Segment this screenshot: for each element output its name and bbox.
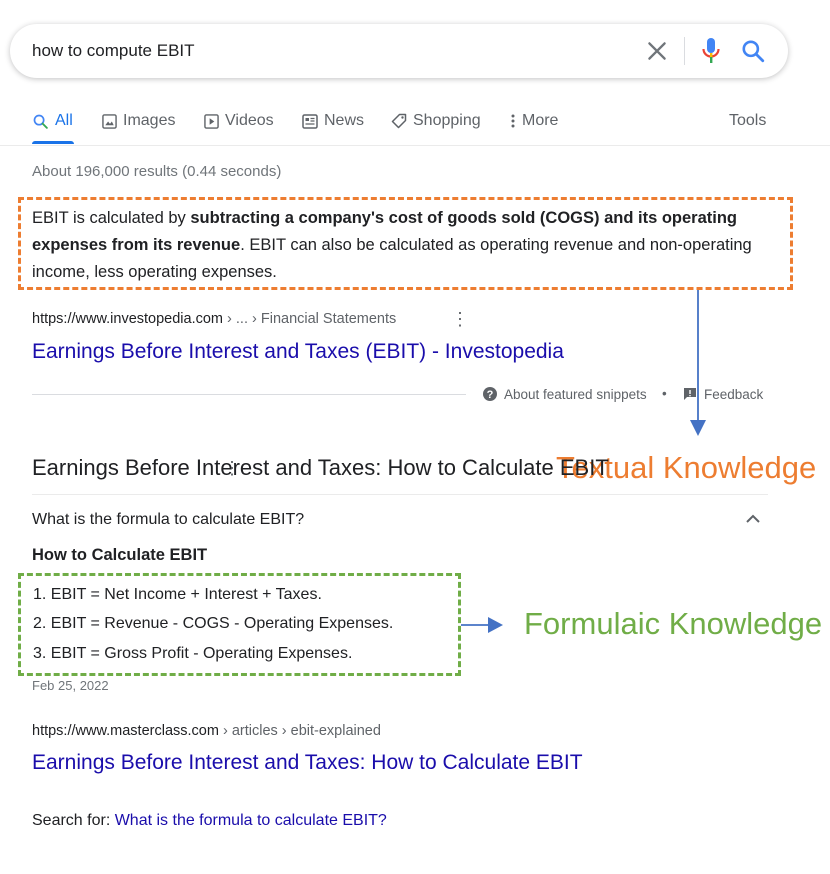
result-title-masterclass[interactable]: Earnings Before Interest and Taxes: How … xyxy=(32,751,583,775)
textual-arrow-head xyxy=(690,420,706,436)
search-for-link[interactable]: What is the formula to calculate EBIT? xyxy=(115,812,387,829)
formulaic-arrow-head xyxy=(488,617,503,633)
formulaic-knowledge-box xyxy=(18,573,461,676)
result-url-masterclass[interactable]: https://www.masterclass.com › articles ›… xyxy=(32,723,381,739)
people-also-ask-title: Earnings Before Interest and Taxes: How … xyxy=(32,455,609,480)
formulaic-knowledge-label: Formulaic Knowledge xyxy=(524,606,823,641)
search-for-line: Search for: What is the formula to calcu… xyxy=(32,812,387,830)
answer-date: Feb 25, 2022 xyxy=(32,678,109,693)
paa-menu-icon[interactable]: ⋮ xyxy=(223,458,241,479)
url-domain: https://www.masterclass.com xyxy=(32,723,219,739)
chevron-up-icon[interactable] xyxy=(745,513,761,525)
url-breadcrumb: › articles › ebit-explained xyxy=(218,723,381,739)
paa-question[interactable]: What is the formula to calculate EBIT? xyxy=(32,511,304,529)
paa-answer-heading: How to Calculate EBIT xyxy=(32,546,208,564)
annotation-arrows xyxy=(461,290,706,633)
paa-divider xyxy=(32,494,768,495)
search-for-label: Search for: xyxy=(32,812,115,829)
